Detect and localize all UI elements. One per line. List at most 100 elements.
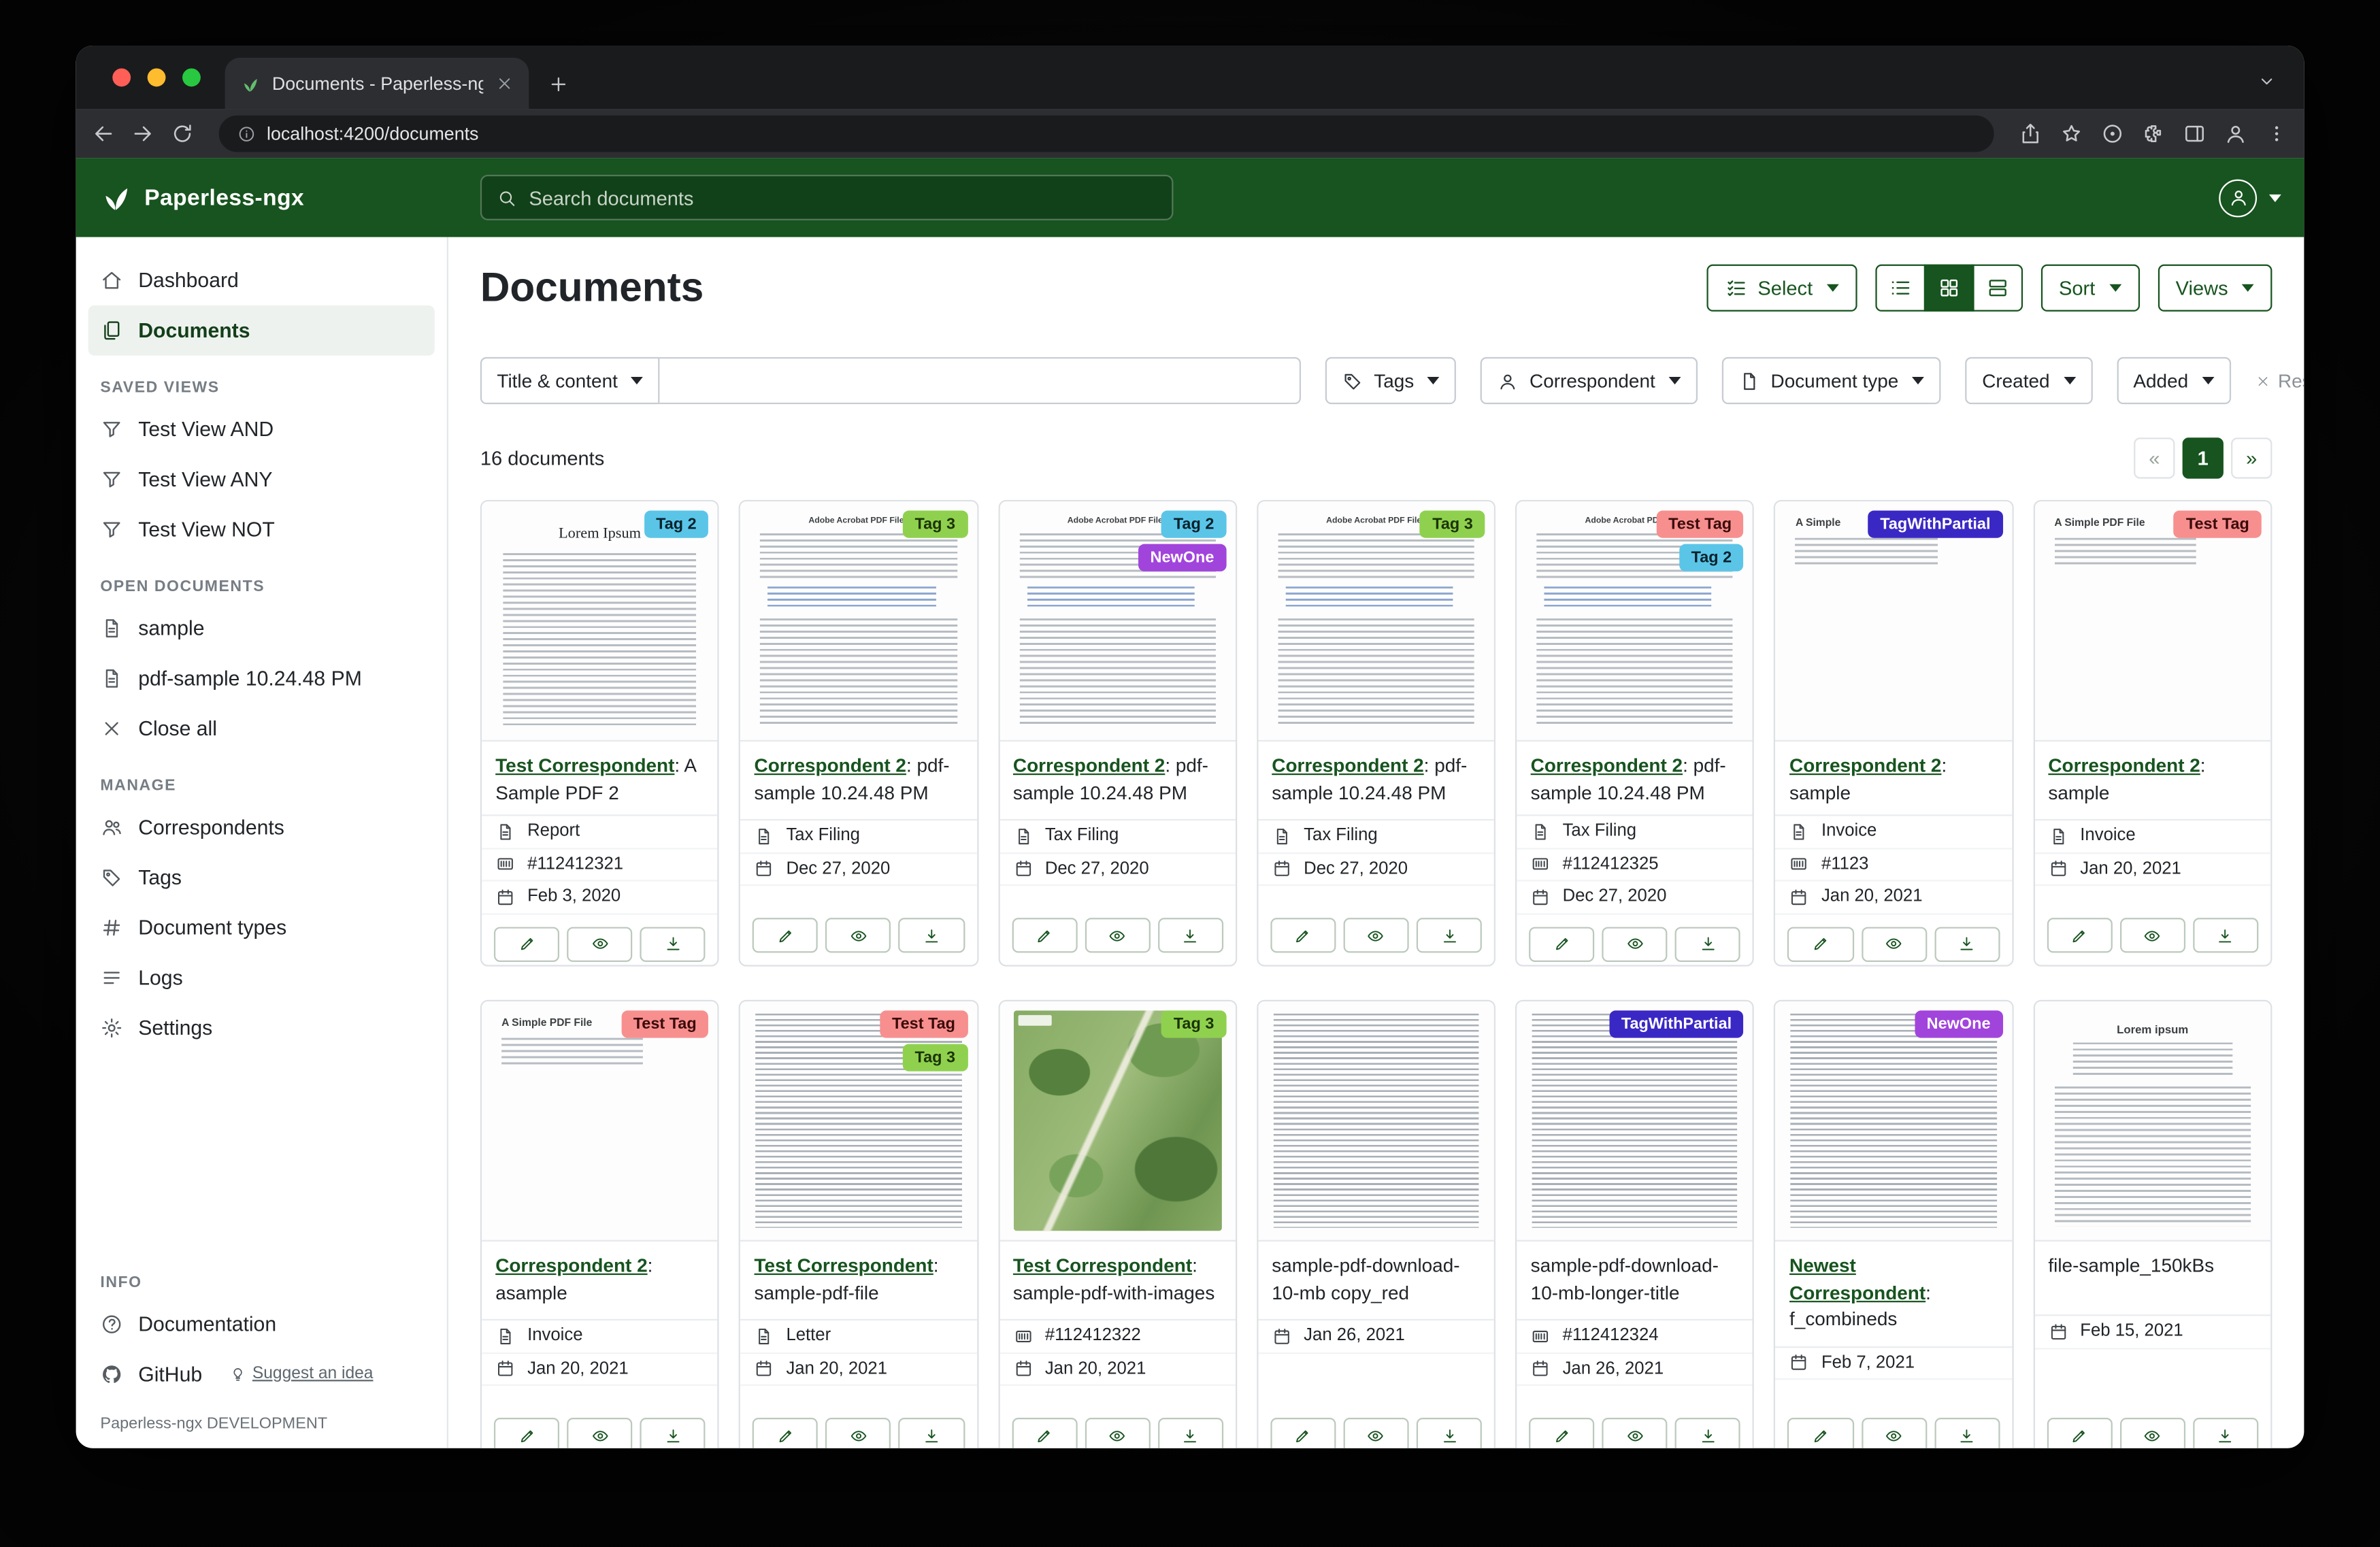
- tag-badge[interactable]: Tag 3: [903, 511, 968, 538]
- sidebar-item-test-view-and[interactable]: Test View AND: [88, 404, 435, 454]
- filter-field-selector[interactable]: Title & content: [480, 357, 661, 404]
- document-thumbnail[interactable]: A Simple PDF FileTest Tag: [2034, 501, 2270, 742]
- tag-badge[interactable]: Test Tag: [1656, 511, 1744, 538]
- list-view-button[interactable]: [1875, 265, 1926, 312]
- view-button[interactable]: [1343, 1418, 1408, 1448]
- filter-text-input[interactable]: [660, 357, 1301, 404]
- edit-button[interactable]: [1012, 1418, 1077, 1448]
- tag-badge[interactable]: Test Tag: [880, 1010, 968, 1037]
- download-button[interactable]: [1934, 926, 2000, 961]
- correspondent-link[interactable]: Test Correspondent: [495, 755, 674, 776]
- sidebar-item-close-all[interactable]: Close all: [88, 703, 435, 754]
- share-icon[interactable]: [2018, 122, 2043, 146]
- sidebar-item-dashboard[interactable]: Dashboard: [88, 255, 435, 305]
- sidebar-item-tags[interactable]: Tags: [88, 852, 435, 903]
- new-tab-button[interactable]: [547, 73, 570, 96]
- view-button[interactable]: [1085, 1418, 1150, 1448]
- tag-badge[interactable]: TagWithPartial: [1868, 511, 2002, 538]
- detail-view-button[interactable]: [1972, 265, 2023, 312]
- minimize-window-button[interactable]: [148, 69, 166, 87]
- edit-button[interactable]: [753, 1418, 818, 1448]
- download-button[interactable]: [1934, 1418, 2000, 1448]
- download-button[interactable]: [2193, 1418, 2258, 1448]
- document-thumbnail[interactable]: Adobe Acrobat PDF FilesTest TagTag 2: [1517, 501, 1753, 742]
- page-number-button[interactable]: 1: [2183, 437, 2224, 478]
- tag-badge[interactable]: Test Tag: [621, 1010, 709, 1037]
- correspondent-link[interactable]: Correspondent 2: [1013, 755, 1165, 776]
- sidebar-item-documentation[interactable]: Documentation: [88, 1299, 435, 1350]
- edit-button[interactable]: [1529, 1418, 1594, 1448]
- document-thumbnail[interactable]: TagWithPartial: [1517, 1001, 1753, 1242]
- correspondent-link[interactable]: Correspondent 2: [495, 1255, 647, 1276]
- sidebar-item-github[interactable]: GitHubSuggest an idea: [88, 1350, 435, 1400]
- document-thumbnail[interactable]: Adobe Acrobat PDF FilesTag 2NewOne: [999, 501, 1236, 742]
- edit-button[interactable]: [1270, 918, 1336, 952]
- view-button[interactable]: [1861, 926, 1926, 961]
- extensions-icon[interactable]: [2141, 122, 2166, 146]
- view-button[interactable]: [567, 1418, 632, 1448]
- next-page-button[interactable]: »: [2231, 437, 2272, 478]
- download-button[interactable]: [640, 926, 706, 961]
- sidebar-item-pdf-sample-10-24-48-pm[interactable]: pdf-sample 10.24.48 PM: [88, 653, 435, 703]
- filter-created-button[interactable]: Created: [1966, 357, 2092, 404]
- tag-badge[interactable]: Tag 3: [1420, 511, 1485, 538]
- download-button[interactable]: [1417, 1418, 1482, 1448]
- edit-button[interactable]: [1788, 926, 1853, 961]
- document-thumbnail[interactable]: [1258, 1001, 1494, 1242]
- download-button[interactable]: [640, 1418, 706, 1448]
- view-button[interactable]: [1861, 1418, 1926, 1448]
- correspondent-link[interactable]: Correspondent 2: [2048, 755, 2200, 776]
- edit-button[interactable]: [2047, 918, 2112, 952]
- tab-close-icon[interactable]: [495, 74, 514, 93]
- tag-badge[interactable]: TagWithPartial: [1609, 1010, 1744, 1037]
- view-button[interactable]: [1602, 1418, 1668, 1448]
- sidebar-item-document-types[interactable]: Document types: [88, 903, 435, 953]
- sidebar-item-test-view-not[interactable]: Test View NOT: [88, 505, 435, 555]
- edit-button[interactable]: [1012, 918, 1077, 952]
- user-menu[interactable]: [2219, 178, 2281, 216]
- tag-badge[interactable]: NewOne: [1915, 1010, 2003, 1037]
- close-window-button[interactable]: [112, 69, 131, 87]
- select-button[interactable]: Select: [1706, 265, 1856, 312]
- filter-tags-button[interactable]: Tags: [1325, 357, 1457, 404]
- sidebar-item-settings[interactable]: Settings: [88, 1003, 435, 1053]
- grid-view-button[interactable]: [1923, 265, 1974, 312]
- document-thumbnail[interactable]: Adobe Acrobat PDF FilesTag 3: [740, 501, 976, 742]
- sidebar-item-test-view-any[interactable]: Test View ANY: [88, 454, 435, 505]
- document-thumbnail[interactable]: Test Tag Tag 3: [740, 1001, 976, 1242]
- document-thumbnail[interactable]: NewOne: [1776, 1001, 2012, 1242]
- view-button[interactable]: [826, 918, 891, 952]
- edit-button[interactable]: [494, 926, 559, 961]
- correspondent-link[interactable]: Correspondent 2: [1272, 755, 1423, 776]
- sidebar-item-sample[interactable]: sample: [88, 603, 435, 654]
- bookmark-star-icon[interactable]: [2060, 122, 2084, 146]
- tab-search-icon[interactable]: [2100, 122, 2125, 146]
- correspondent-link[interactable]: Newest Correspondent: [1789, 1255, 1926, 1303]
- edit-button[interactable]: [494, 1418, 559, 1448]
- correspondent-link[interactable]: Test Correspondent: [755, 1255, 933, 1276]
- tag-badge[interactable]: Test Tag: [2174, 511, 2262, 538]
- download-button[interactable]: [899, 1418, 964, 1448]
- tab-list-chevron-icon[interactable]: [2257, 71, 2277, 91]
- search-input[interactable]: [529, 186, 1157, 210]
- browser-menu-icon[interactable]: [2264, 122, 2289, 146]
- reset-filters-button[interactable]: Reset filters: [2255, 370, 2304, 391]
- document-thumbnail[interactable]: Lorem IpsumTag 2: [482, 501, 718, 742]
- view-button[interactable]: [826, 1418, 891, 1448]
- view-button[interactable]: [1343, 918, 1408, 952]
- document-thumbnail[interactable]: Tag 3: [999, 1001, 1236, 1242]
- view-button[interactable]: [1602, 926, 1668, 961]
- tag-badge[interactable]: Tag 2: [1679, 544, 1744, 571]
- filter-correspondent-button[interactable]: Correspondent: [1481, 357, 1698, 404]
- document-thumbnail[interactable]: A Simple PDF FileTest Tag: [482, 1001, 718, 1242]
- download-button[interactable]: [1675, 1418, 1740, 1448]
- correspondent-link[interactable]: Correspondent 2: [1531, 755, 1683, 776]
- view-button[interactable]: [1085, 918, 1150, 952]
- document-title[interactable]: file-sample_150kBs: [2048, 1255, 2214, 1276]
- sidebar-item-correspondents[interactable]: Correspondents: [88, 802, 435, 852]
- tag-badge[interactable]: Tag 3: [903, 1044, 968, 1071]
- address-bar[interactable]: localhost:4200/documents: [219, 116, 1994, 152]
- forward-button[interactable]: [131, 122, 155, 146]
- download-button[interactable]: [2193, 918, 2258, 952]
- reload-button[interactable]: [170, 122, 195, 146]
